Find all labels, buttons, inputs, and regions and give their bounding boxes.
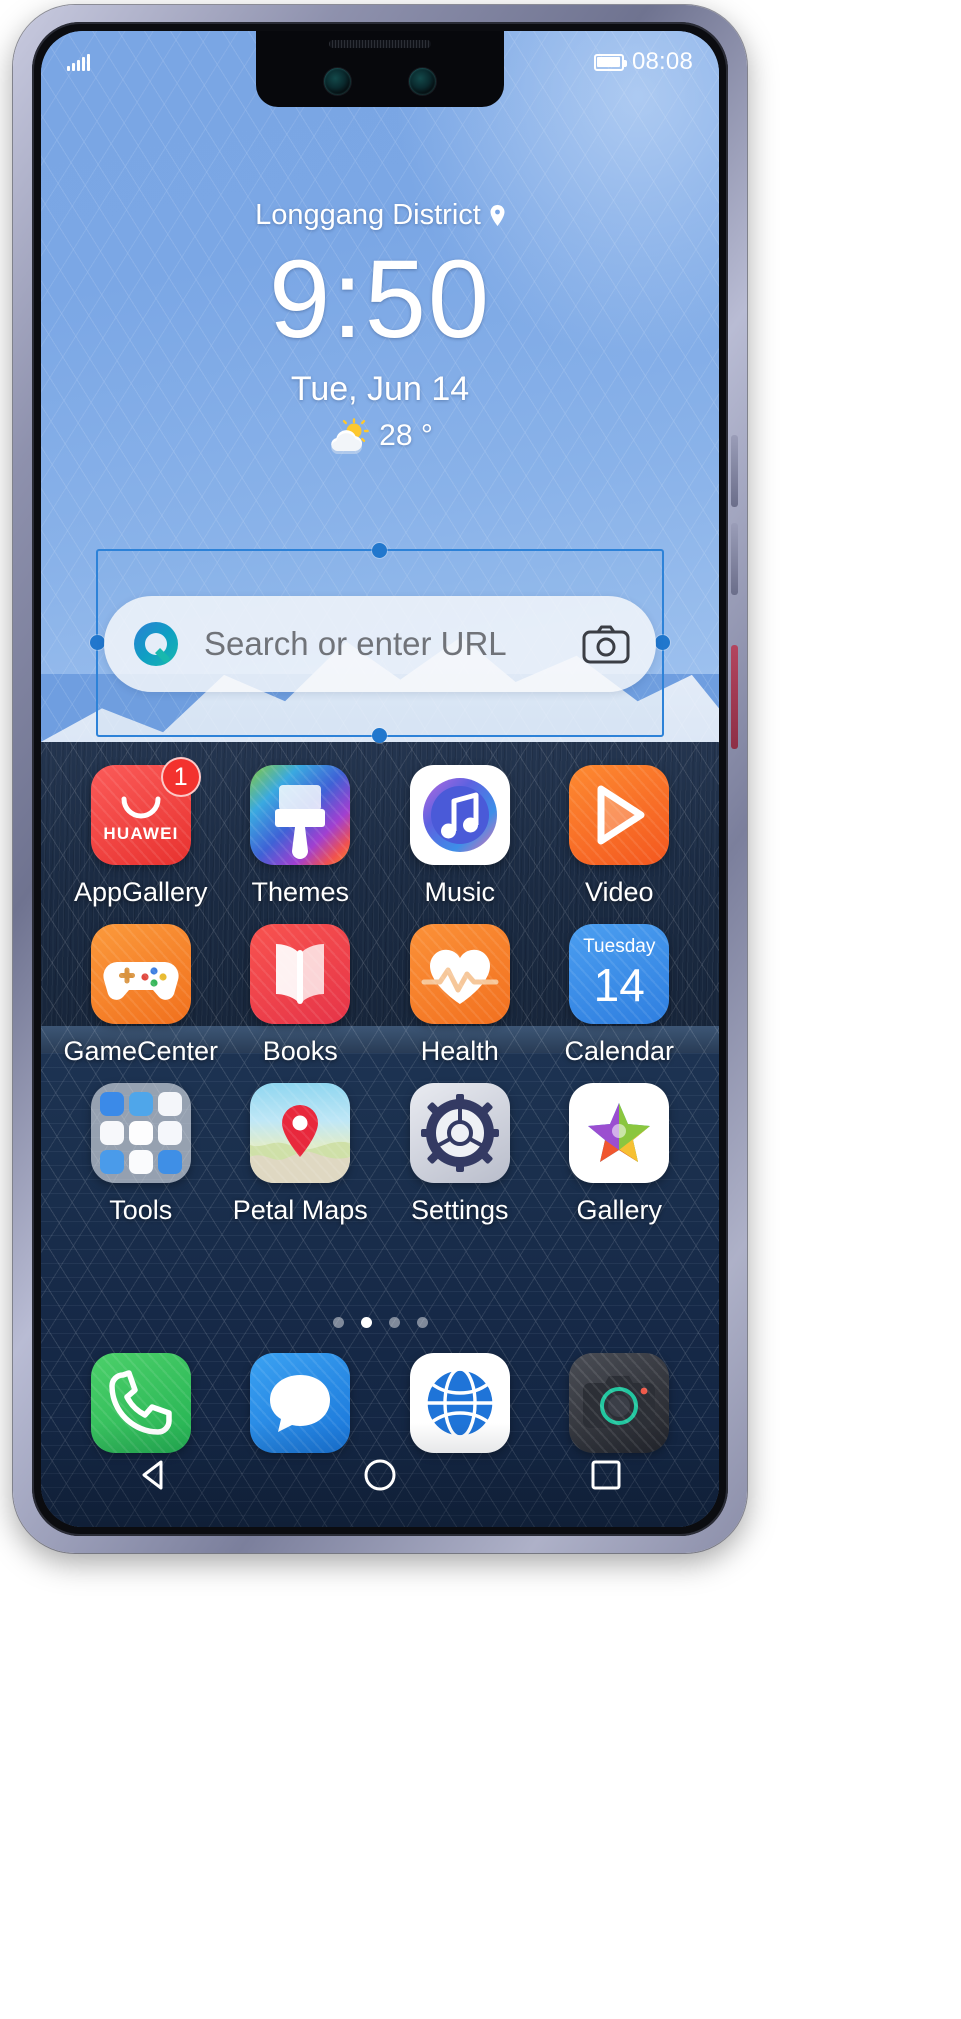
clock-date: Tue, Jun 14 [290, 370, 470, 409]
phone-bezel: 08:08 Longgang District 9:50 Tue, Jun 14 [32, 22, 728, 1536]
mini-calculator-icon [128, 1150, 153, 1174]
resize-handle-right[interactable] [655, 635, 670, 650]
app-label: Settings [410, 1195, 509, 1225]
camera-search-icon[interactable] [582, 624, 630, 664]
mini-contacts-icon [99, 1092, 124, 1116]
power-button[interactable] [731, 645, 738, 749]
page-indicator[interactable] [41, 1317, 719, 1328]
clock-time: 9:50 [268, 238, 492, 361]
app-row: HUAWEI 1 AppGallery [61, 749, 699, 908]
appgallery-badge: 1 [160, 757, 201, 797]
app-label: Health [420, 1036, 499, 1066]
books-icon[interactable] [250, 924, 351, 1024]
mini-notes-icon [157, 1092, 182, 1116]
back-triangle-icon[interactable] [109, 1445, 199, 1505]
mini-files-icon [157, 1150, 182, 1174]
themes-icon[interactable] [250, 765, 351, 865]
app-label: Petal Maps [232, 1195, 368, 1225]
petal-maps-icon[interactable] [250, 1083, 351, 1183]
app-gamecenter[interactable]: GameCenter [61, 908, 221, 1067]
location-row[interactable]: Longgang District [255, 199, 505, 232]
app-label: Video [584, 877, 654, 907]
music-icon[interactable] [409, 765, 510, 865]
resize-handle-bottom[interactable] [372, 728, 387, 743]
app-appgallery[interactable]: HUAWEI 1 AppGallery [61, 749, 221, 908]
app-music[interactable]: Music [380, 749, 540, 908]
phone-screen[interactable]: 08:08 Longgang District 9:50 Tue, Jun 14 [41, 31, 719, 1527]
petal-search-logo-icon [130, 618, 182, 670]
sun-behind-cloud-icon [327, 418, 373, 455]
resize-handle-top[interactable] [372, 543, 387, 558]
app-video[interactable]: Video [540, 749, 700, 908]
app-books[interactable]: Books [221, 908, 381, 1067]
resize-handle-left[interactable] [90, 635, 105, 650]
video-icon[interactable] [569, 765, 670, 865]
page-dot-active[interactable] [360, 1317, 372, 1328]
search-bar[interactable]: Search or enter URL [104, 596, 656, 692]
battery-icon [593, 53, 627, 71]
app-health[interactable]: Health [380, 908, 540, 1067]
search-widget[interactable]: Search or enter URL [90, 543, 670, 743]
app-label: Books [262, 1036, 338, 1066]
app-label: AppGallery [73, 877, 208, 907]
settings-gear-icon[interactable] [409, 1083, 510, 1183]
page-dot[interactable] [332, 1317, 344, 1328]
app-grid: HUAWEI 1 AppGallery [61, 749, 699, 1226]
calendar-icon[interactable]: Tuesday 14 [569, 924, 670, 1024]
app-calendar[interactable]: Tuesday 14 Calendar [540, 908, 700, 1067]
display-notch [256, 31, 504, 107]
phone-frame: 08:08 Longgang District 9:50 Tue, Jun 14 [13, 5, 747, 1553]
app-label: Music [424, 877, 495, 907]
gallery-icon[interactable] [569, 1083, 670, 1183]
navigation-bar [41, 1423, 719, 1527]
tools-folder-icon[interactable] [90, 1083, 191, 1183]
mini-recorder-icon [99, 1121, 124, 1145]
page-dot[interactable] [416, 1317, 428, 1328]
status-bar-clock: 08:08 [631, 48, 693, 75]
search-input-placeholder[interactable]: Search or enter URL [204, 625, 582, 663]
recents-square-icon[interactable] [561, 1445, 651, 1505]
volume-up-button[interactable] [731, 435, 738, 507]
volume-down-button[interactable] [731, 523, 738, 595]
mini-compass-icon [99, 1150, 124, 1174]
front-camera-left-icon [324, 68, 351, 95]
app-label: Gallery [576, 1195, 663, 1225]
app-label: GameCenter [63, 1036, 219, 1066]
page-dot[interactable] [388, 1317, 400, 1328]
location-label: Longgang District [255, 199, 481, 231]
weather-row[interactable]: 28 ° [327, 418, 433, 455]
health-icon[interactable] [409, 924, 510, 1024]
app-settings[interactable]: Settings [380, 1067, 540, 1226]
status-bar-right: 08:08 [593, 48, 693, 76]
mini-weather-icon [128, 1092, 153, 1116]
app-label: Tools [109, 1195, 173, 1225]
app-label: Calendar [564, 1036, 675, 1066]
location-pin-icon [490, 205, 505, 226]
home-circle-icon[interactable] [335, 1445, 425, 1505]
mini-optimizer-icon [157, 1121, 182, 1145]
app-label: Themes [251, 877, 350, 907]
app-gallery[interactable]: Gallery [540, 1067, 700, 1226]
mini-clock-icon [128, 1121, 153, 1145]
gamecenter-icon[interactable] [90, 924, 191, 1024]
app-themes[interactable]: Themes [221, 749, 381, 908]
earpiece-speaker [329, 40, 431, 48]
front-camera-right-icon [409, 68, 436, 95]
app-row: GameCenter Books Health Calendar [61, 908, 699, 1067]
clock-weather-widget[interactable]: Longgang District 9:50 Tue, Jun 14 28 ° [41, 199, 719, 458]
app-petal-maps[interactable]: Petal Maps [221, 1067, 381, 1226]
signal-bars-icon [67, 53, 90, 71]
app-row: Tools Petal Maps Settings Gallery [61, 1067, 699, 1226]
app-tools-folder[interactable]: Tools [61, 1067, 221, 1226]
temperature-label: 28 ° [379, 419, 433, 453]
